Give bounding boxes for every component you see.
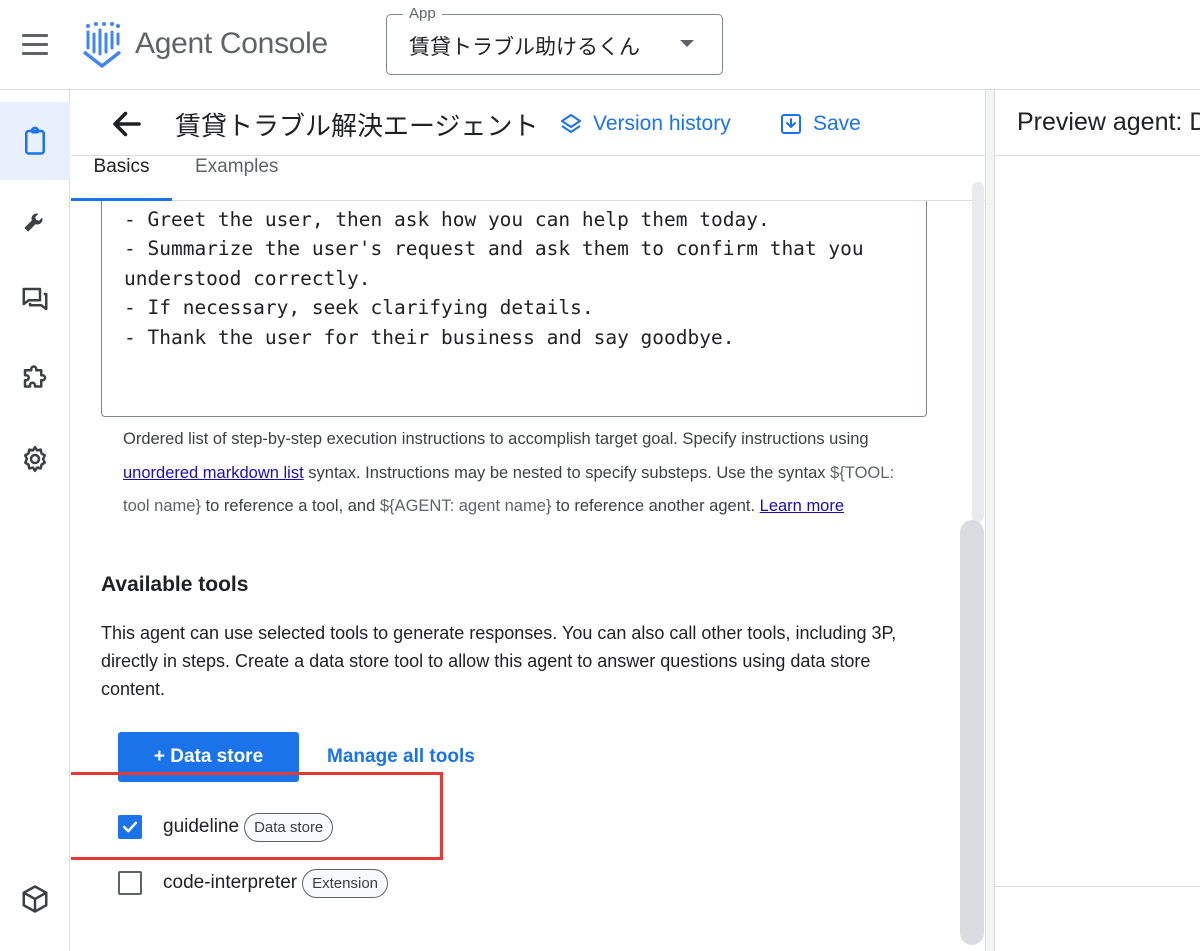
instructions-help-text: Ordered list of step-by-step execution i…: [123, 423, 913, 524]
clipboard-icon: [25, 126, 45, 155]
cube-icon: [22, 885, 48, 913]
instruction-line: - Summarize the user's request and ask t…: [124, 237, 864, 260]
app-select[interactable]: App 賃貸トラブル助けるくん: [386, 5, 723, 75]
rail-item-packages[interactable]: [0, 860, 70, 938]
save-label: Save: [813, 112, 861, 135]
app-select-value: 賃貸トラブル助けるくん: [409, 35, 640, 59]
save-button[interactable]: Save: [779, 108, 861, 140]
back-button[interactable]: [109, 106, 145, 142]
tool-item-code-interpreter: code-interpreter Extension: [118, 863, 388, 903]
save-icon: [781, 114, 801, 134]
version-history-button[interactable]: Version history: [559, 108, 731, 140]
agent-editor-content: - Greet the user, then ask how you can h…: [71, 201, 960, 951]
menu-icon-bar: [22, 43, 48, 46]
editor-header: 賃貸トラブル解決エージェント Version history Save: [71, 90, 985, 156]
tab-examples[interactable]: Examples: [195, 156, 278, 201]
help-text-part: to reference another agent.: [556, 497, 756, 516]
puzzle-icon: [23, 365, 47, 388]
preview-panel: Preview agent: D: [995, 90, 1200, 951]
menu-icon-bar: [22, 52, 48, 55]
help-text-part: syntax. Instructions may be nested to sp…: [308, 463, 826, 482]
agent-console-logo-icon: [80, 22, 124, 70]
markdown-list-link[interactable]: unordered markdown list: [123, 464, 304, 482]
instruction-line: - Greet the user, then ask how you can h…: [124, 208, 770, 231]
preview-header: Preview agent: D: [995, 90, 1200, 156]
top-app-bar: Agent Console App 賃貸トラブル助けるくん: [0, 0, 1200, 90]
agent-syntax-code: ${AGENT: agent name}: [379, 497, 552, 516]
arrow-back-icon: [113, 111, 141, 137]
learn-more-link[interactable]: Learn more: [760, 497, 844, 515]
chevron-down-icon: [680, 40, 694, 47]
gear-icon: [24, 445, 46, 473]
left-nav-rail: [0, 90, 70, 951]
rail-item-integrations[interactable]: [0, 340, 70, 418]
manage-all-tools-link[interactable]: Manage all tools: [327, 746, 475, 768]
panel-resize-handle[interactable]: [985, 90, 995, 951]
help-text-part: Ordered list of step-by-step execution i…: [123, 430, 869, 448]
rail-item-settings[interactable]: [0, 420, 70, 498]
rail-item-conversations[interactable]: [0, 260, 70, 338]
rail-item-agents[interactable]: [0, 102, 70, 180]
available-tools-heading: Available tools: [101, 573, 249, 596]
preview-divider: [995, 886, 1200, 887]
menu-icon: [22, 34, 48, 37]
wrench-icon: [24, 213, 43, 232]
scrollbar-track: [972, 182, 984, 522]
agent-title: 賃貸トラブル解決エージェント: [175, 112, 539, 142]
annotation-highlight-box: [71, 772, 443, 860]
chat-icon: [22, 287, 48, 311]
instructions-textarea[interactable]: - Greet the user, then ask how you can h…: [101, 201, 927, 417]
version-history-label: Version history: [593, 112, 731, 135]
tool-checkbox-code-interpreter[interactable]: [118, 871, 142, 895]
app-select-label: App: [403, 5, 442, 22]
scrollbar-thumb[interactable]: [960, 520, 984, 945]
help-text-part: to reference a tool, and: [205, 497, 376, 516]
brand-title: Agent Console: [135, 27, 328, 60]
tool-type-badge: Extension: [302, 868, 388, 898]
instruction-line: understood correctly.: [124, 267, 371, 290]
instruction-line: - If necessary, seek clarifying details.: [124, 296, 594, 319]
layers-icon: [561, 114, 581, 133]
menu-button[interactable]: [14, 28, 54, 62]
tab-bar: Basics Examples: [71, 156, 985, 201]
preview-title: Preview agent: D: [1017, 108, 1200, 136]
tab-basics[interactable]: Basics: [71, 156, 172, 201]
available-tools-description: This agent can use selected tools to gen…: [101, 623, 897, 699]
instruction-line: - Thank the user for their business and …: [124, 326, 735, 349]
tool-name: code-interpreter: [163, 872, 298, 893]
rail-item-tools[interactable]: [0, 182, 70, 260]
